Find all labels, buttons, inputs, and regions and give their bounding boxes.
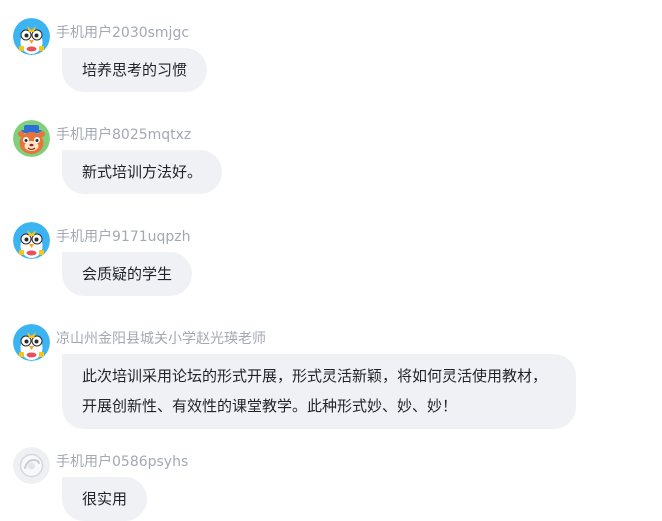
username[interactable]: 凉山州金阳县城关小学赵光瑛老师 xyxy=(56,330,266,348)
owl-mascot-avatar[interactable] xyxy=(13,324,50,361)
comment-bubble: 会质疑的学生 xyxy=(62,252,193,296)
comment-bubble: 此次培训采用论坛的形式开展，形式灵活新颖，将如何灵活使用教材，开展创新性、有效性… xyxy=(62,354,576,429)
username[interactable]: 手机用户2030smjgc xyxy=(56,24,189,42)
bear-mascot-avatar[interactable] xyxy=(13,120,50,157)
username[interactable]: 手机用户0586psyhs xyxy=(56,453,188,471)
owl-mascot-avatar[interactable] xyxy=(13,18,50,55)
comment-bubble: 新式培训方法好。 xyxy=(62,150,223,194)
comment-bubble: 培养思考的习惯 xyxy=(62,48,208,92)
username[interactable]: 手机用户8025mqtxz xyxy=(56,126,191,144)
comment-bubble: 很实用 xyxy=(62,477,148,521)
default-gray-avatar[interactable] xyxy=(13,447,50,484)
username[interactable]: 手机用户9171uqpzh xyxy=(56,228,191,246)
owl-mascot-avatar[interactable] xyxy=(13,222,50,259)
